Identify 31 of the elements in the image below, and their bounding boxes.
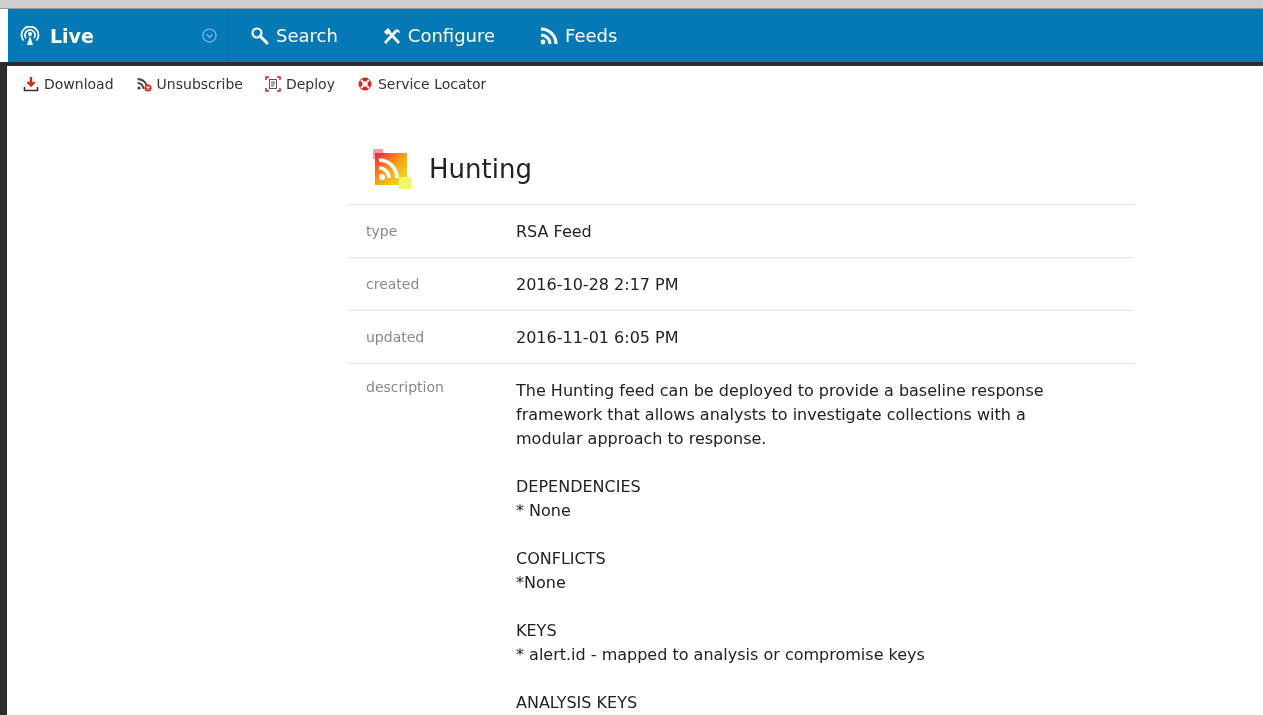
- nav-item[interactable]: Search: [250, 25, 338, 46]
- description-paragraph: DEPENDENCIES * None: [516, 476, 642, 522]
- toolbar-button[interactable]: Service Locator: [356, 74, 487, 94]
- feed-title: Hunting: [429, 154, 532, 184]
- toolbar-button[interactable]: Download: [23, 74, 114, 94]
- field-label: updated: [365, 329, 426, 345]
- tools-icon: [381, 25, 402, 46]
- nav-item[interactable]: Feeds: [539, 25, 618, 46]
- field-label: type: [365, 223, 399, 239]
- feed-icon: [371, 147, 413, 191]
- description-paragraph: CONFLICTS *None: [516, 548, 607, 594]
- search-icon: [250, 25, 270, 46]
- toolbar-button[interactable]: Deploy: [264, 74, 335, 94]
- module-title[interactable]: Live: [50, 24, 192, 47]
- field-label: description: [365, 379, 445, 395]
- chevron-down-icon[interactable]: [202, 28, 217, 43]
- description-paragraph: The Hunting feed can be deployed to provide a baseline response framework that allows analysts to investigate collections with a modular approach to response.: [516, 380, 1044, 450]
- rss-icon: [539, 25, 560, 46]
- lifebuoy-icon: [356, 76, 373, 92]
- field-label: created: [365, 276, 421, 292]
- field-value: RSA Feed: [516, 221, 592, 241]
- description-paragraph: ANALYSIS KEYS: [516, 692, 639, 714]
- field-value: 2016-10-28 2:17 PM: [516, 274, 679, 294]
- broadcast-icon: [20, 25, 40, 46]
- unsubscribe-icon: [135, 76, 152, 92]
- deploy-icon: [264, 76, 281, 92]
- toolbar-button[interactable]: Unsubscribe: [135, 74, 243, 94]
- nav-item[interactable]: Configure: [381, 25, 496, 46]
- download-icon: [23, 76, 39, 92]
- description-paragraph: KEYS * alert.id - mapped to analysis or compromise keys: [516, 620, 926, 666]
- field-value: 2016-11-01 6:05 PM: [516, 327, 679, 347]
